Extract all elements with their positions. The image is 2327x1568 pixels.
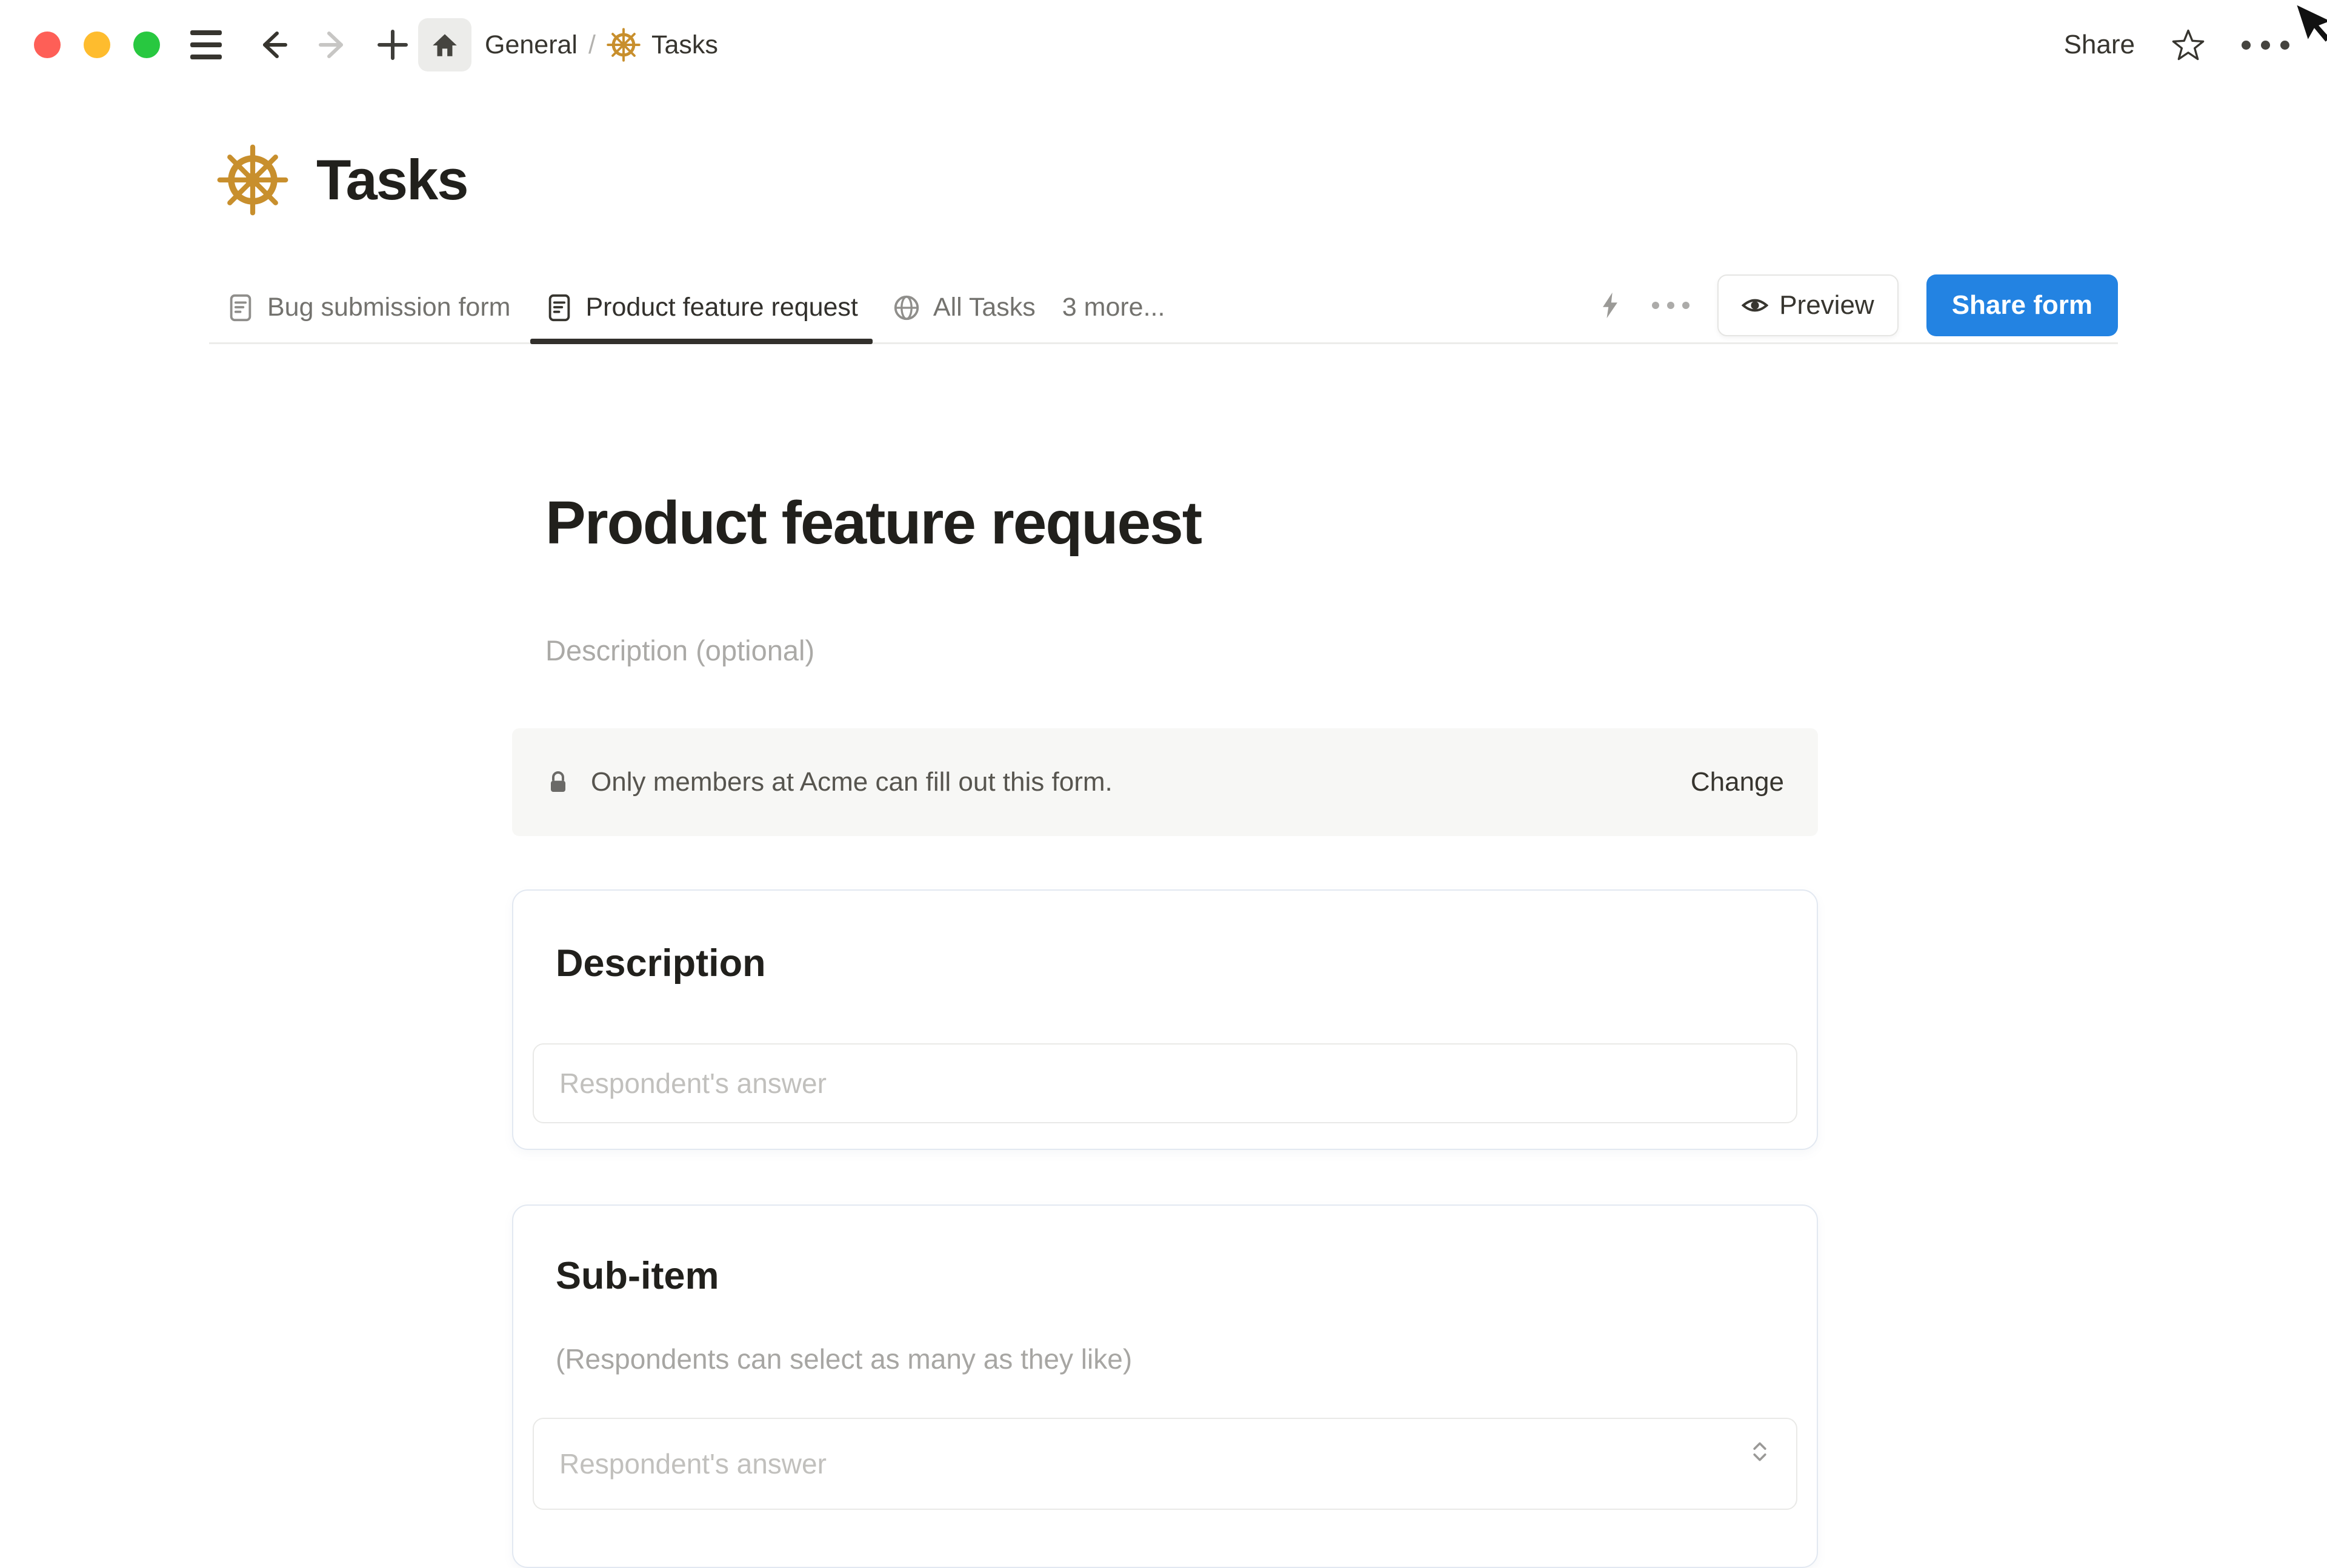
- preview-button-label: Preview: [1779, 290, 1874, 320]
- breadcrumb-page[interactable]: Tasks: [651, 30, 718, 60]
- tab-product-feature-request[interactable]: Product feature request: [528, 273, 875, 344]
- question-title[interactable]: Sub-item: [556, 1254, 719, 1298]
- topbar-actions: Share: [2064, 0, 2289, 90]
- breadcrumb: General / Tasks: [485, 0, 718, 90]
- tab-more-views[interactable]: 3 more...: [1053, 273, 1175, 342]
- close-window-button[interactable]: [34, 32, 61, 58]
- page-title: Tasks: [316, 148, 469, 211]
- tab-bug-submission-form[interactable]: Bug submission form: [209, 273, 528, 342]
- tab-label: 3 more...: [1062, 293, 1165, 322]
- view-options-icon[interactable]: [1652, 301, 1690, 309]
- form-description-placeholder[interactable]: Description (optional): [545, 634, 814, 667]
- breadcrumb-separator: /: [588, 30, 596, 59]
- favorite-star-icon[interactable]: [2171, 28, 2205, 62]
- breadcrumb-workspace[interactable]: General: [485, 30, 578, 60]
- answer-field-wrap: [533, 1043, 1797, 1123]
- question-card-description: Description: [512, 889, 1818, 1150]
- tabbar-controls: Preview Share form: [1596, 273, 2118, 342]
- tab-label: Bug submission form: [267, 293, 511, 322]
- window-controls: [34, 32, 160, 58]
- zoom-window-button[interactable]: [133, 32, 160, 58]
- home-icon[interactable]: [418, 18, 471, 71]
- page-header: Tasks: [217, 144, 469, 216]
- share-form-button-label: Share form: [1951, 290, 2092, 320]
- form-doc-icon: [226, 293, 255, 322]
- globe-icon: [892, 293, 921, 322]
- ship-wheel-icon[interactable]: [217, 144, 288, 216]
- chevron-up-down-icon: [1748, 1440, 1772, 1464]
- question-card-sub-item: Sub-item (Respondents can select as many…: [512, 1204, 1818, 1568]
- question-title[interactable]: Description: [556, 942, 766, 985]
- answer-field-wrap: [533, 1418, 1797, 1510]
- form-title[interactable]: Product feature request: [545, 488, 1202, 558]
- forward-icon[interactable]: [310, 22, 356, 68]
- access-change-button[interactable]: Change: [1691, 767, 1784, 797]
- tab-all-tasks[interactable]: All Tasks: [875, 273, 1053, 342]
- question-hint: (Respondents can select as many as they …: [556, 1343, 1133, 1375]
- tab-label: All Tasks: [933, 293, 1036, 322]
- access-banner: Only members at Acme can fill out this f…: [512, 728, 1818, 836]
- mouse-cursor: [2286, 0, 2327, 56]
- eye-icon: [1742, 292, 1769, 319]
- form-doc-icon: [545, 293, 574, 322]
- minimize-window-button[interactable]: [84, 32, 110, 58]
- preview-button[interactable]: Preview: [1717, 274, 1899, 336]
- new-tab-plus-icon[interactable]: [370, 22, 416, 68]
- sidebar-menu-icon[interactable]: [190, 30, 222, 59]
- more-options-icon[interactable]: [2242, 40, 2289, 50]
- access-banner-text: Only members at Acme can fill out this f…: [591, 767, 1113, 797]
- ship-wheel-icon: [607, 28, 641, 62]
- tab-label: Product feature request: [585, 293, 858, 322]
- view-tabs: Bug submission form Product feature requ…: [209, 273, 1175, 344]
- view-tabbar: Bug submission form Product feature requ…: [209, 273, 2118, 344]
- lock-icon: [546, 770, 570, 794]
- description-answer-input[interactable]: [533, 1043, 1797, 1123]
- share-button[interactable]: Share: [2064, 30, 2135, 60]
- share-form-button[interactable]: Share form: [1926, 274, 2118, 336]
- automations-lightning-icon[interactable]: [1596, 291, 1624, 319]
- back-icon[interactable]: [250, 22, 296, 68]
- sub-item-answer-input[interactable]: [533, 1418, 1797, 1510]
